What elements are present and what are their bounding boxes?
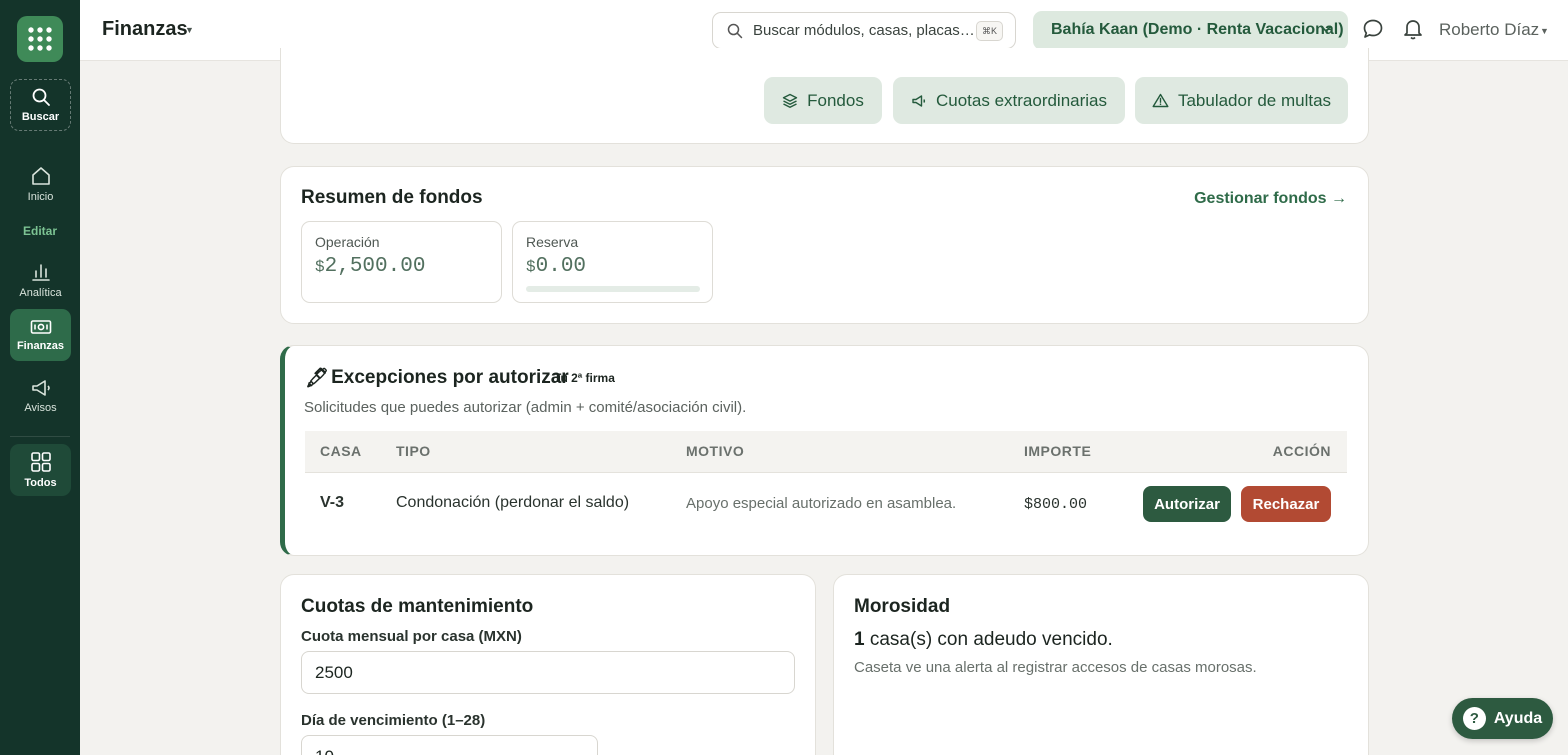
- sidebar-search-label: Buscar: [21, 111, 60, 123]
- reserve-progress-bar: [526, 286, 700, 292]
- delinquency-summary: 1 casa(s) con adeudo vencido.: [854, 629, 1113, 651]
- fines-table-button[interactable]: Tabulador de multas: [1135, 77, 1348, 124]
- search-input[interactable]: Buscar módulos, casas, placas… ⌘K: [712, 12, 1016, 49]
- funds-button-label: Fondos: [807, 90, 864, 110]
- sidebar-item-analitica[interactable]: Analítica: [10, 256, 71, 304]
- fund-box-reserva: Reserva $0.00: [512, 221, 713, 303]
- delinquency-card: Morosidad 1 casa(s) con adeudo vencido. …: [833, 574, 1369, 755]
- funds-button[interactable]: Fondos: [764, 77, 882, 124]
- cell-casa: V-3: [320, 494, 345, 511]
- manage-funds-link[interactable]: Gestionar fondos →: [1194, 190, 1347, 208]
- maintenance-fees-card: Cuotas de mantenimiento Cuota mensual po…: [280, 574, 816, 755]
- delinquent-count: 1: [854, 629, 865, 650]
- sidebar-item-avisos[interactable]: Avisos: [10, 372, 71, 420]
- chat-icon[interactable]: [1362, 18, 1384, 40]
- home-icon: [31, 167, 50, 185]
- sidebar-divider: [10, 436, 70, 437]
- authorize-button[interactable]: Autorizar: [1143, 486, 1231, 522]
- fund-amount: $2,500.00: [315, 255, 425, 278]
- cell-tipo: Condonación (perdonar el saldo): [396, 494, 630, 511]
- second-signature-badge: Tu 2ª firma: [554, 371, 615, 385]
- fund-label: Reserva: [526, 234, 579, 250]
- due-day-input[interactable]: 10: [301, 735, 598, 755]
- caret-down-icon[interactable]: ▼: [185, 25, 194, 35]
- fund-amount-value: 2,500.00: [324, 255, 426, 278]
- cell-importe: $800.00: [1024, 496, 1088, 513]
- page-title[interactable]: Finanzas: [102, 18, 188, 41]
- exceptions-title-text: Excepciones por autorizar: [331, 367, 569, 388]
- grid-icon: [30, 452, 51, 472]
- sidebar-item-inicio[interactable]: Inicio: [10, 160, 71, 208]
- sidebar-item-todos[interactable]: Todos: [10, 444, 71, 496]
- layers-icon: [782, 93, 798, 108]
- column-header-tipo: TIPO: [396, 443, 431, 459]
- extraordinary-fees-button[interactable]: Cuotas extraordinarias: [893, 77, 1125, 124]
- search-icon: [32, 88, 50, 106]
- pen-icon: 🖋: [305, 368, 330, 389]
- caret-down-icon[interactable]: ▼: [1540, 26, 1549, 36]
- sidebar-item-label: Analítica: [19, 287, 62, 299]
- user-menu[interactable]: Roberto Díaz: [1439, 20, 1539, 40]
- column-header-motivo: MOTIVO: [686, 443, 745, 459]
- warning-icon: [1152, 93, 1169, 108]
- help-label: Ayuda: [1493, 709, 1543, 727]
- funds-summary-title: Resumen de fondos: [301, 187, 483, 208]
- monthly-fee-input[interactable]: 2500: [301, 651, 795, 694]
- fund-box-operacion: Operación $2,500.00: [301, 221, 502, 303]
- reject-button[interactable]: Rechazar: [1241, 486, 1331, 522]
- monthly-fee-label: Cuota mensual por casa (MXN): [301, 628, 522, 645]
- funds-summary-card: Resumen de fondos Gestionar fondos → Ope…: [280, 166, 1369, 324]
- megaphone-icon: [31, 380, 50, 396]
- sidebar-item-finanzas[interactable]: Finanzas: [10, 309, 71, 361]
- fund-currency: $: [526, 258, 536, 276]
- fund-label: Operación: [315, 234, 380, 250]
- banknote-icon: [30, 320, 51, 334]
- app-launcher-icon[interactable]: [17, 16, 63, 62]
- column-header-accion: ACCIÓN: [1272, 443, 1331, 459]
- fund-amount: $0.00: [526, 255, 586, 278]
- fines-table-button-label: Tabulador de multas: [1177, 90, 1332, 110]
- bar-chart-icon: [31, 264, 50, 281]
- search-shortcut-badge: ⌘K: [975, 21, 1003, 41]
- sidebar: Buscar Inicio Editar Analítica Finanzas …: [0, 0, 80, 755]
- due-day-label: Día de vencimiento (1–28): [301, 712, 486, 729]
- exceptions-card: 🖋 Excepciones por autorizar Tu 2ª firma …: [280, 345, 1369, 556]
- sidebar-item-label: Finanzas: [16, 340, 65, 352]
- sidebar-search-button[interactable]: Buscar: [10, 79, 71, 131]
- table-header: CASA TIPO MOTIVO IMPORTE ACCIÓN: [305, 431, 1347, 473]
- bell-icon[interactable]: [1402, 17, 1424, 41]
- column-header-importe: IMPORTE: [1024, 443, 1092, 459]
- delinquent-text: casa(s) con adeudo vencido.: [869, 629, 1113, 650]
- help-button[interactable]: ? Ayuda: [1452, 698, 1553, 739]
- fund-currency: $: [315, 258, 325, 276]
- sidebar-edit-link[interactable]: Editar: [0, 224, 80, 238]
- question-icon: ?: [1462, 707, 1486, 730]
- cell-motivo: Apoyo especial autorizado en asamblea.: [686, 495, 957, 512]
- sidebar-item-label: Inicio: [27, 191, 54, 203]
- sidebar-item-label: Avisos: [24, 402, 57, 414]
- megaphone-icon: [912, 94, 926, 107]
- extraordinary-fees-button-label: Cuotas extraordinarias: [935, 90, 1108, 110]
- quick-actions-card: Fondos Cuotas extraordinarias Tabulador …: [280, 48, 1369, 144]
- delinquency-title: Morosidad: [854, 596, 951, 617]
- sidebar-item-label: Todos: [24, 477, 57, 489]
- search-placeholder: Buscar módulos, casas, placas…: [753, 22, 975, 39]
- chevron-down-icon: [1320, 25, 1332, 32]
- maintenance-title: Cuotas de mantenimiento: [301, 596, 534, 617]
- search-icon: [727, 23, 743, 39]
- delinquency-note: Caseta ve una alerta al registrar acceso…: [854, 659, 1257, 676]
- org-selector[interactable]: Bahía Kaan (Demo · Renta Vacacional): [1033, 11, 1348, 50]
- org-name: Bahía Kaan (Demo · Renta Vacacional): [1051, 21, 1344, 38]
- exceptions-subtitle: Solicitudes que puedes autorizar (admin …: [304, 399, 747, 416]
- column-header-casa: CASA: [320, 443, 362, 459]
- exceptions-title: 🖋 Excepciones por autorizar: [305, 366, 569, 390]
- fund-amount-value: 0.00: [535, 255, 587, 278]
